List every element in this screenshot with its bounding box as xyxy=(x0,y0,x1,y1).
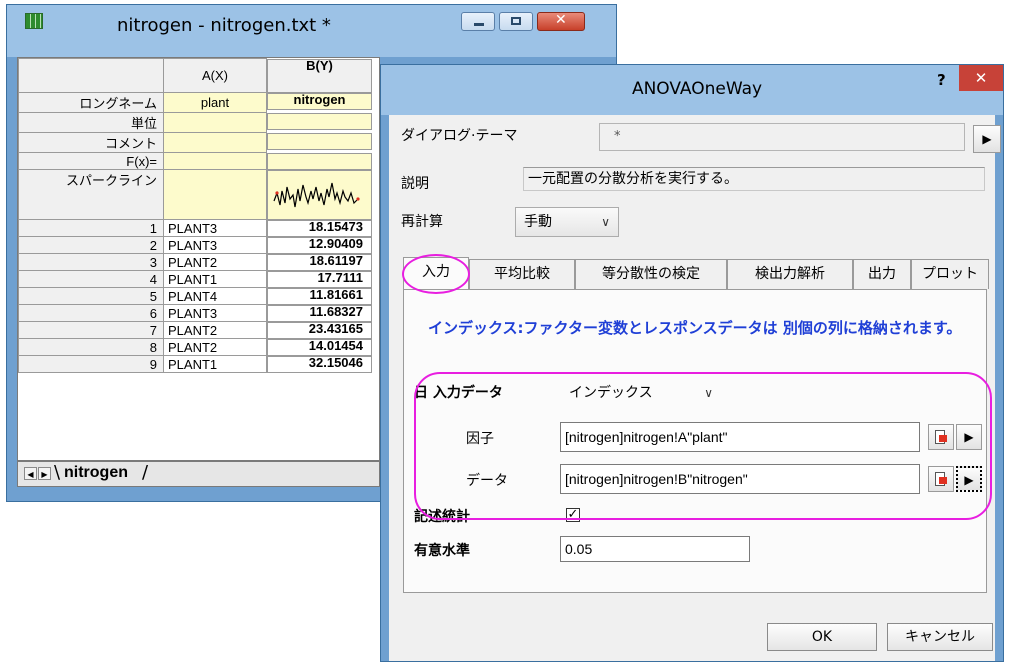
table-row: 9 PLANT1 32.15046 xyxy=(18,355,372,373)
sparkline-chart xyxy=(273,182,360,207)
cell-b[interactable]: 18.61197 xyxy=(267,253,372,271)
table-row: 6 PLANT3 11.68327 xyxy=(18,304,372,322)
comment-b[interactable] xyxy=(267,132,372,150)
cell-a[interactable]: PLANT2 xyxy=(163,253,267,271)
comment-a[interactable] xyxy=(163,132,267,153)
tab-next-icon[interactable]: ▶ xyxy=(38,467,51,480)
row-label-units[interactable]: 単位 xyxy=(18,112,164,133)
row-number[interactable]: 2 xyxy=(18,236,164,254)
formula-b[interactable] xyxy=(267,152,372,170)
theme-label: ダイアログ·テーマ xyxy=(401,128,518,144)
cell-a[interactable]: PLANT3 xyxy=(163,219,267,237)
row-number[interactable]: 4 xyxy=(18,270,164,288)
tab-edge-right: / xyxy=(142,462,149,483)
theme-arrow-button[interactable]: ▶ xyxy=(973,125,1001,153)
dialog-titlebar[interactable]: ANOVAOneWay ? ✕ xyxy=(381,65,1003,115)
cell-a[interactable]: PLANT2 xyxy=(163,321,267,339)
dialog-close-button[interactable]: ✕ xyxy=(959,65,1003,91)
close-button[interactable]: ✕ xyxy=(537,12,585,31)
units-b[interactable] xyxy=(267,112,372,130)
tab-prev-icon[interactable]: ◀ xyxy=(24,467,37,480)
table-row: 7 PLANT2 23.43165 xyxy=(18,321,372,339)
minimize-button[interactable] xyxy=(461,12,495,31)
row-label-longname[interactable]: ロングネーム xyxy=(18,92,164,113)
cell-a[interactable]: PLANT4 xyxy=(163,287,267,305)
sheet-tab-bar: ◀ ▶ \ nitrogen / xyxy=(17,461,380,487)
cell-a[interactable]: PLANT2 xyxy=(163,338,267,356)
row-label-formula[interactable]: F(x)= xyxy=(18,152,164,170)
dialog-title: ANOVAOneWay xyxy=(631,79,763,99)
row-number[interactable]: 5 xyxy=(18,287,164,305)
significance-input[interactable]: 0.05 xyxy=(560,536,750,562)
column-header-b[interactable]: B(Y) xyxy=(267,58,372,93)
ok-button[interactable]: OK xyxy=(767,623,877,651)
cell-b[interactable]: 14.01454 xyxy=(267,338,372,356)
recalc-value: 手動 xyxy=(524,214,552,230)
cell-b[interactable]: 18.15473 xyxy=(267,219,372,237)
row-number[interactable]: 9 xyxy=(18,355,164,373)
corner-cell[interactable] xyxy=(18,58,164,93)
cell-a[interactable]: PLANT1 xyxy=(163,355,267,373)
row-number[interactable]: 1 xyxy=(18,219,164,237)
table-row: 8 PLANT2 14.01454 xyxy=(18,338,372,356)
cell-b[interactable]: 12.90409 xyxy=(267,236,372,254)
cell-b[interactable]: 11.68327 xyxy=(267,304,372,322)
recalc-label: 再計算 xyxy=(401,214,443,230)
row-number[interactable]: 8 xyxy=(18,338,164,356)
tab-plot[interactable]: プロット xyxy=(911,259,989,289)
table-row: 3 PLANT2 18.61197 xyxy=(18,253,372,271)
tab-edge-left: \ xyxy=(54,462,61,483)
highlight-ring-input xyxy=(414,372,992,520)
description-text: 一元配置の分散分析を実行する。 xyxy=(523,167,985,191)
cell-b[interactable]: 23.43165 xyxy=(267,321,372,339)
longname-b[interactable]: nitrogen xyxy=(267,92,372,110)
tab-variance-test[interactable]: 等分散性の検定 xyxy=(575,259,727,289)
theme-field[interactable]: * xyxy=(599,123,965,151)
formula-a[interactable] xyxy=(163,152,267,170)
worksheet-icon xyxy=(25,13,43,29)
description-label: 説明 xyxy=(401,176,429,192)
tab-mean-comparison[interactable]: 平均比較 xyxy=(469,259,575,289)
cell-b[interactable]: 32.15046 xyxy=(267,355,372,373)
row-label-comment[interactable]: コメント xyxy=(18,132,164,153)
worksheet-titlebar[interactable]: nitrogen - nitrogen.txt * ✕ xyxy=(7,5,616,57)
close-icon: ✕ xyxy=(555,12,567,28)
cell-b[interactable]: 17.7111 xyxy=(267,270,372,288)
worksheet-table: A(X) B(Y) ロングネーム plant nitrogen 単位 コメント … xyxy=(18,58,372,373)
tab-output[interactable]: 出力 xyxy=(853,259,911,289)
worksheet-title: nitrogen - nitrogen.txt * xyxy=(117,15,331,36)
input-notice: インデックス:ファクター変数とレスポンスデータは 別個の列に格納されます。 xyxy=(428,319,962,337)
cancel-button[interactable]: キャンセル xyxy=(887,623,993,651)
minimize-icon xyxy=(474,23,484,26)
tab-power-analysis[interactable]: 検出力解析 xyxy=(727,259,853,289)
table-row: 4 PLANT1 17.7111 xyxy=(18,270,372,288)
significance-label: 有意水準 xyxy=(414,543,470,559)
units-a[interactable] xyxy=(163,112,267,133)
sparkline-b[interactable] xyxy=(267,169,372,220)
cell-a[interactable]: PLANT3 xyxy=(163,236,267,254)
row-number[interactable]: 7 xyxy=(18,321,164,339)
row-number[interactable]: 3 xyxy=(18,253,164,271)
row-number[interactable]: 6 xyxy=(18,304,164,322)
cell-b[interactable]: 11.81661 xyxy=(267,287,372,305)
help-icon[interactable]: ? xyxy=(937,71,946,89)
column-header-a[interactable]: A(X) xyxy=(163,58,267,93)
row-label-sparkline[interactable]: スパークライン xyxy=(18,169,164,220)
highlight-ring-tab xyxy=(402,254,470,294)
table-row: 5 PLANT4 11.81661 xyxy=(18,287,372,305)
sheet-tab-nitrogen[interactable]: nitrogen xyxy=(64,464,128,482)
chevron-down-icon: ∨ xyxy=(601,215,610,229)
recalc-select[interactable]: 手動 ∨ xyxy=(515,207,619,237)
longname-a[interactable]: plant xyxy=(163,92,267,113)
cell-a[interactable]: PLANT3 xyxy=(163,304,267,322)
maximize-icon xyxy=(511,17,521,25)
cell-a[interactable]: PLANT1 xyxy=(163,270,267,288)
sparkline-a[interactable] xyxy=(163,169,267,220)
anova-dialog: ANOVAOneWay ? ✕ ダイアログ·テーマ * ▶ 説明 一元配置の分散… xyxy=(380,64,1004,662)
table-row: 2 PLANT3 12.90409 xyxy=(18,236,372,254)
table-row: 1 PLANT3 18.15473 xyxy=(18,219,372,237)
worksheet-grid[interactable]: A(X) B(Y) ロングネーム plant nitrogen 単位 コメント … xyxy=(17,57,380,461)
maximize-button[interactable] xyxy=(499,12,533,31)
